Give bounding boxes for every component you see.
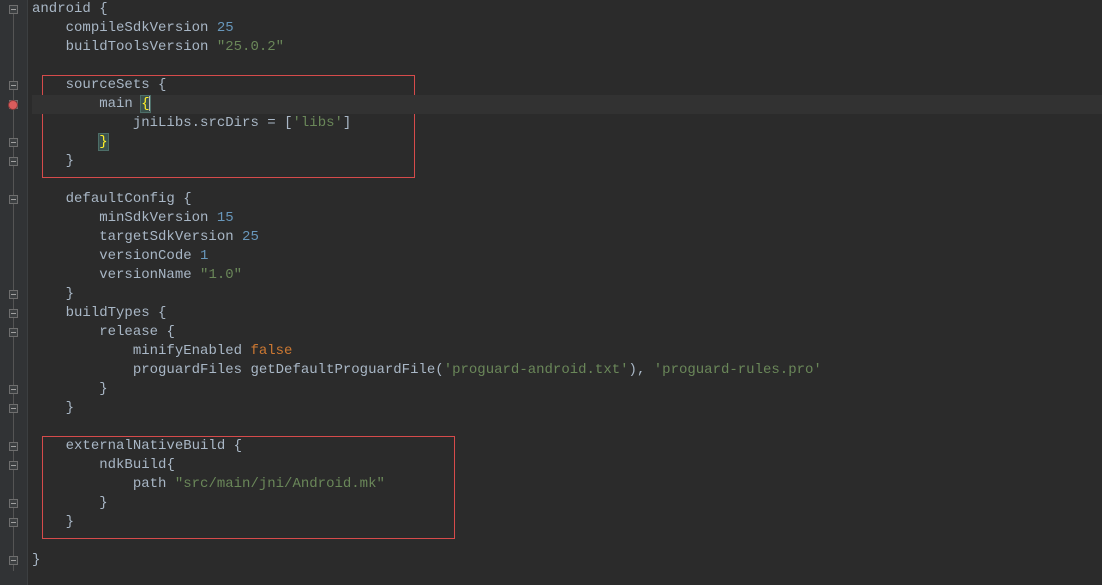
fold-toggle-icon[interactable] bbox=[9, 138, 18, 147]
code-line[interactable]: android { bbox=[32, 0, 1102, 19]
code-line[interactable]: } bbox=[32, 551, 1102, 570]
editor-gutter[interactable] bbox=[0, 0, 28, 585]
code-line[interactable]: release { bbox=[32, 323, 1102, 342]
code-line[interactable]: versionName "1.0" bbox=[32, 266, 1102, 285]
code-line[interactable]: minifyEnabled false bbox=[32, 342, 1102, 361]
code-line[interactable]: externalNativeBuild { bbox=[32, 437, 1102, 456]
fold-toggle-icon[interactable] bbox=[9, 442, 18, 451]
fold-toggle-icon[interactable] bbox=[9, 328, 18, 337]
code-line[interactable]: } bbox=[32, 152, 1102, 171]
fold-toggle-icon[interactable] bbox=[9, 290, 18, 299]
code-line[interactable]: minSdkVersion 15 bbox=[32, 209, 1102, 228]
fold-toggle-icon[interactable] bbox=[9, 157, 18, 166]
fold-guide bbox=[13, 6, 14, 571]
fold-toggle-icon[interactable] bbox=[9, 404, 18, 413]
code-line[interactable]: compileSdkVersion 25 bbox=[32, 19, 1102, 38]
code-line[interactable]: jniLibs.srcDirs = ['libs'] bbox=[32, 114, 1102, 133]
fold-toggle-icon[interactable] bbox=[9, 518, 18, 527]
code-line[interactable]: } bbox=[32, 380, 1102, 399]
code-line[interactable]: targetSdkVersion 25 bbox=[32, 228, 1102, 247]
fold-toggle-icon[interactable] bbox=[9, 195, 18, 204]
code-line[interactable]: buildTypes { bbox=[32, 304, 1102, 323]
code-line[interactable]: } bbox=[32, 399, 1102, 418]
fold-toggle-icon[interactable] bbox=[9, 5, 18, 14]
code-line[interactable]: path "src/main/jni/Android.mk" bbox=[32, 475, 1102, 494]
code-line[interactable]: } bbox=[32, 285, 1102, 304]
fold-toggle-icon[interactable] bbox=[9, 461, 18, 470]
text-caret bbox=[149, 96, 150, 111]
code-line[interactable] bbox=[32, 418, 1102, 437]
fold-toggle-icon[interactable] bbox=[9, 499, 18, 508]
code-line[interactable]: defaultConfig { bbox=[32, 190, 1102, 209]
code-line[interactable]: versionCode 1 bbox=[32, 247, 1102, 266]
fold-toggle-icon[interactable] bbox=[9, 556, 18, 565]
code-line[interactable]: } bbox=[32, 513, 1102, 532]
code-line[interactable]: sourceSets { bbox=[32, 76, 1102, 95]
code-line[interactable]: buildToolsVersion "25.0.2" bbox=[32, 38, 1102, 57]
breakpoint-icon[interactable] bbox=[8, 100, 18, 110]
code-line[interactable]: } bbox=[32, 494, 1102, 513]
code-line[interactable] bbox=[32, 532, 1102, 551]
fold-toggle-icon[interactable] bbox=[9, 81, 18, 90]
code-line[interactable] bbox=[32, 171, 1102, 190]
fold-toggle-icon[interactable] bbox=[9, 309, 18, 318]
code-line[interactable]: ndkBuild{ bbox=[32, 456, 1102, 475]
code-line[interactable]: proguardFiles getDefaultProguardFile('pr… bbox=[32, 361, 1102, 380]
code-line[interactable]: main { bbox=[32, 95, 1102, 114]
code-line[interactable]: } bbox=[32, 133, 1102, 152]
fold-toggle-icon[interactable] bbox=[9, 385, 18, 394]
code-line[interactable] bbox=[32, 57, 1102, 76]
code-editor[interactable]: android { compileSdkVersion 25 buildTool… bbox=[0, 0, 1102, 585]
code-area[interactable]: android { compileSdkVersion 25 buildTool… bbox=[28, 0, 1102, 585]
